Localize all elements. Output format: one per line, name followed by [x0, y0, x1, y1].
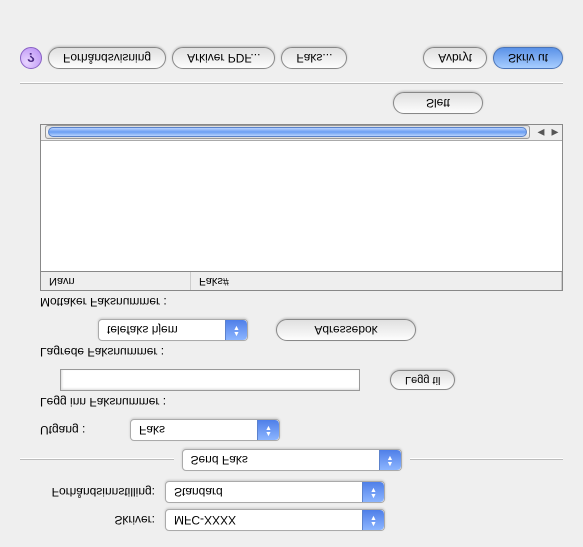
fax-button[interactable]: Faks... — [281, 47, 347, 69]
section-select-value: Send Faks — [183, 450, 401, 470]
address-book-button[interactable]: Adressebok — [276, 319, 416, 341]
preset-select-value: Standard — [166, 482, 384, 502]
input-fax-label: Legg inn Faksnummer : — [40, 395, 563, 409]
recipients-table-body[interactable] — [41, 141, 562, 271]
add-button[interactable]: Legg til — [390, 370, 455, 390]
help-button[interactable]: ? — [20, 47, 42, 69]
horizontal-scrollbar[interactable] — [45, 126, 530, 140]
scroll-right-icon[interactable]: ▶ — [548, 127, 562, 138]
output-select[interactable]: Faks ▲▼ — [130, 419, 280, 441]
divider — [20, 83, 563, 84]
delete-button[interactable]: Slett — [393, 92, 483, 114]
column-header-fax[interactable]: Faks# — [191, 272, 562, 290]
preview-button[interactable]: Forhåndsvisning — [48, 47, 166, 69]
updown-icon: ▲▼ — [362, 510, 384, 530]
printer-label: Skriver: — [20, 513, 165, 527]
section-select[interactable]: Send Faks ▲▼ — [182, 449, 402, 471]
scroll-left-icon[interactable]: ◀ — [534, 127, 548, 138]
printer-select-value: MFC-XXXX — [166, 510, 384, 530]
recipients-label: Mottaker Faksnummer : — [40, 295, 563, 309]
preset-label: Forhåndsinnstilling: — [20, 485, 165, 499]
recipients-table: Navn Faks# ◀ ▶ — [40, 124, 563, 291]
saved-fax-label: Lagrede Faksnummer : — [40, 345, 563, 359]
printer-select[interactable]: MFC-XXXX ▲▼ — [165, 509, 385, 531]
updown-icon: ▲▼ — [379, 450, 401, 470]
cancel-button[interactable]: Avbryt — [423, 47, 487, 69]
divider — [20, 460, 174, 461]
updown-icon: ▲▼ — [362, 482, 384, 502]
save-pdf-button[interactable]: Arkiver PDF... — [172, 47, 275, 69]
divider — [410, 460, 564, 461]
scrollbar-thumb[interactable] — [48, 128, 527, 138]
output-label: Utgang : — [40, 423, 130, 437]
preset-select[interactable]: Standard ▲▼ — [165, 481, 385, 503]
print-button[interactable]: Skriv ut — [493, 47, 563, 69]
column-header-name[interactable]: Navn — [41, 272, 191, 290]
updown-icon: ▲▼ — [257, 420, 279, 440]
saved-fax-select[interactable]: telefaks hjem ▲▼ — [98, 319, 248, 341]
updown-icon: ▲▼ — [225, 320, 247, 340]
fax-number-input[interactable] — [60, 369, 360, 391]
